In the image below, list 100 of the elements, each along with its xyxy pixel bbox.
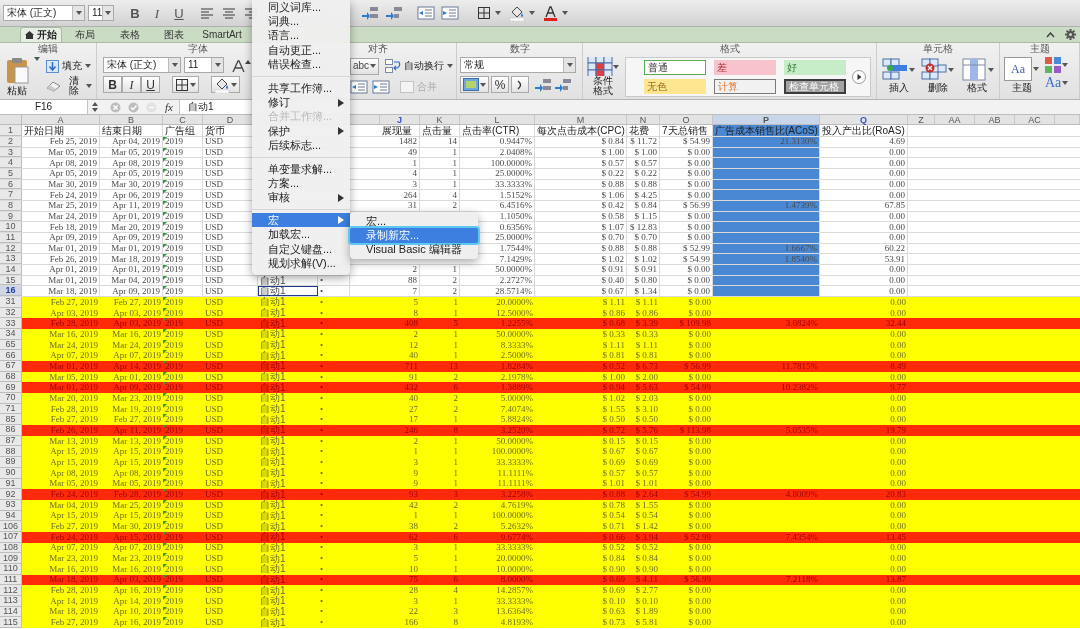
format-button[interactable]: I (149, 5, 165, 21)
decrease-indent-icon[interactable] (350, 79, 368, 95)
column-header[interactable]: L (460, 115, 535, 124)
row-header[interactable]: 92 (0, 489, 22, 500)
row-header[interactable]: 1 (0, 125, 22, 136)
column-header[interactable]: A (22, 115, 100, 124)
row-header[interactable]: 106 (0, 521, 22, 532)
row-header[interactable]: 112 (0, 585, 22, 596)
increase-decimal-icon[interactable] (534, 76, 552, 93)
fill-button[interactable]: 填充 (46, 57, 92, 75)
row-header[interactable]: 9 (0, 211, 22, 222)
currency-format-button[interactable] (460, 76, 489, 93)
column-header[interactable]: B (100, 115, 163, 124)
increase-indent-icon[interactable] (441, 5, 459, 21)
font-color-icon[interactable] (543, 5, 558, 21)
name-box[interactable]: F16 (0, 100, 88, 114)
column-header[interactable]: N (627, 115, 660, 124)
row-header[interactable]: 113 (0, 595, 22, 607)
wrap-text-button[interactable]: 自动换行 (385, 57, 454, 75)
row-header[interactable]: 10 (0, 222, 22, 233)
column-header[interactable]: K (420, 115, 460, 124)
insert-function-button[interactable]: fx (165, 101, 173, 113)
ribbon-tab[interactable]: SmartArt (196, 27, 248, 42)
themes-button[interactable]: Aa 主题 (1004, 57, 1039, 93)
settings-icon[interactable] (1065, 29, 1076, 40)
row-header[interactable]: 7 (0, 190, 22, 201)
row-header[interactable]: 33 (0, 318, 22, 330)
row-header[interactable]: 8 (0, 201, 22, 211)
column-header[interactable]: P (713, 115, 820, 124)
percent-button[interactable]: % (491, 76, 509, 93)
row-header[interactable]: 86 (0, 425, 22, 436)
menu-item[interactable]: 宏 (252, 213, 350, 228)
row-header[interactable]: 3 (0, 147, 22, 158)
fill-color-icon[interactable] (509, 5, 525, 21)
decrease-decimal-icon[interactable] (385, 5, 403, 21)
row-header[interactable]: 67 (0, 361, 22, 372)
formula-field[interactable]: 自动1 (178, 100, 251, 114)
row-header[interactable]: 109 (0, 553, 22, 564)
row-header[interactable]: 70 (0, 393, 22, 404)
font-size-select[interactable]: 11 (184, 57, 224, 73)
font-select[interactable]: 宋体 (正文) (103, 57, 181, 73)
cell-style-option[interactable]: 无色 (644, 79, 706, 94)
column-header[interactable]: Q (820, 115, 908, 124)
column-header[interactable]: Z (908, 115, 935, 124)
menu-item[interactable]: 错误检查... (252, 57, 350, 72)
row-header[interactable]: 15 (0, 275, 22, 286)
menu-item[interactable]: 共享工作簿... (252, 80, 350, 96)
theme-fonts-button[interactable]: Aa (1045, 76, 1069, 90)
row-header[interactable]: 13 (0, 254, 22, 265)
row-header[interactable]: 11 (0, 233, 22, 243)
row-header[interactable]: 16 (0, 286, 22, 297)
column-header[interactable]: J (380, 115, 420, 124)
row-header[interactable]: 5 (0, 169, 22, 179)
font-size-select[interactable]: 11 (88, 5, 114, 21)
increase-font-size-icon[interactable] (231, 57, 251, 73)
row-header[interactable]: 110 (0, 563, 22, 575)
align-left-icon[interactable] (200, 6, 214, 20)
theme-colors-button[interactable] (1045, 57, 1069, 73)
align-center-icon[interactable] (222, 6, 236, 20)
clear-button[interactable]: 清除 (46, 77, 92, 95)
menu-item[interactable]: 词典... (252, 14, 350, 29)
row-header[interactable]: 115 (0, 617, 22, 628)
text-orientation-button[interactable]: abc (350, 57, 380, 75)
cell-style-option[interactable]: 好 (784, 60, 846, 75)
number-format-select[interactable]: 常规 (460, 57, 576, 73)
menu-item[interactable]: 自动更正... (252, 43, 350, 58)
ribbon-tab[interactable]: 布局 (62, 27, 108, 42)
column-header[interactable]: AA (935, 115, 975, 124)
menu-item[interactable]: 修订 (252, 95, 350, 110)
row-header[interactable]: 6 (0, 179, 22, 190)
increase-decimal-icon[interactable] (361, 5, 379, 21)
format-button[interactable]: I (122, 76, 141, 93)
decrease-indent-icon[interactable] (417, 5, 435, 21)
format-button[interactable]: U (141, 76, 160, 93)
decrease-decimal-icon[interactable] (554, 76, 572, 93)
row-header[interactable]: 34 (0, 329, 22, 340)
column-header[interactable]: AB (975, 115, 1015, 124)
format-button[interactable]: B (127, 5, 143, 21)
cell-style-option[interactable]: 普通 (644, 60, 706, 75)
format-button[interactable]: U (171, 5, 187, 21)
ribbon-tab[interactable]: 表格 (108, 27, 152, 42)
menu-item[interactable]: 同义词库... (252, 0, 350, 15)
cells-button[interactable]: 删除 (921, 58, 955, 93)
ribbon-tab[interactable]: 图表 (152, 27, 196, 42)
row-header[interactable]: 89 (0, 457, 22, 468)
column-header[interactable]: M (535, 115, 627, 124)
stepper-icon[interactable] (92, 102, 98, 112)
row-header[interactable]: 14 (0, 265, 22, 275)
conditional-formatting-button[interactable]: 条件格式 (587, 57, 619, 96)
collapse-icon[interactable] (1046, 31, 1055, 38)
fill-color-button[interactable] (211, 76, 240, 93)
row-header[interactable]: 90 (0, 467, 22, 479)
row-header[interactable]: 93 (0, 499, 22, 511)
comma-style-button[interactable] (511, 76, 529, 93)
borders-button[interactable] (172, 76, 199, 93)
column-header[interactable]: AC (1015, 115, 1055, 124)
cell-style-option[interactable]: 差 (714, 60, 776, 75)
column-header[interactable]: C (163, 115, 203, 124)
paste-button[interactable]: 粘贴 (4, 57, 30, 96)
row-header[interactable]: 31 (0, 297, 22, 308)
